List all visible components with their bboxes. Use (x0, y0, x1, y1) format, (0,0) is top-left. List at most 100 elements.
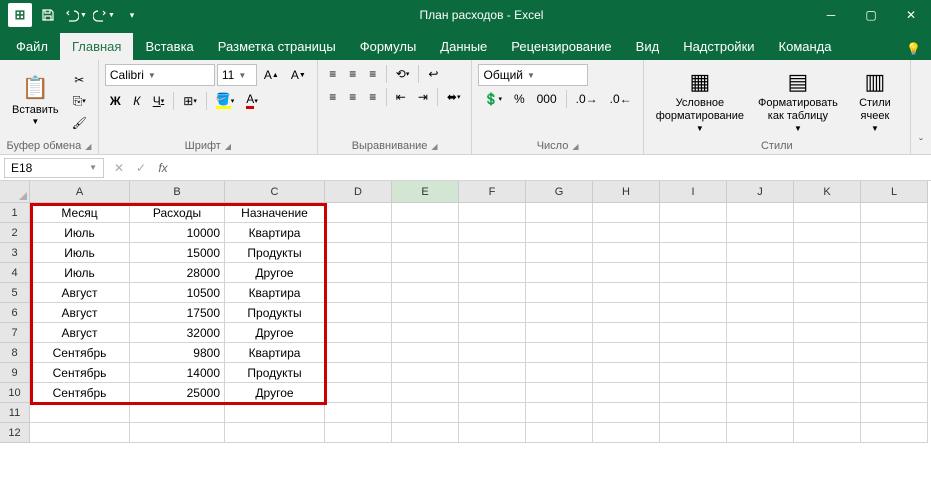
bold-button[interactable]: Ж (105, 91, 126, 111)
cell[interactable] (526, 363, 593, 383)
undo-icon[interactable]: ▼ (64, 3, 88, 27)
row-header[interactable]: 11 (0, 403, 30, 423)
cell[interactable] (727, 243, 794, 263)
merge-icon[interactable]: ⬌▾ (442, 87, 466, 107)
cell[interactable]: Июль (30, 223, 130, 243)
comma-format-icon[interactable]: 000 (532, 89, 562, 109)
cell[interactable] (861, 203, 928, 223)
increase-decimal-icon[interactable]: .0→ (571, 89, 603, 109)
cell[interactable] (660, 263, 727, 283)
copy-icon[interactable]: ⎘▾ (67, 91, 92, 112)
cell[interactable] (593, 383, 660, 403)
cell[interactable] (225, 403, 325, 423)
cut-icon[interactable]: ✂ (67, 70, 92, 90)
column-header[interactable]: L (861, 181, 928, 203)
cell[interactable] (392, 203, 459, 223)
cell[interactable] (593, 203, 660, 223)
column-header[interactable]: I (660, 181, 727, 203)
column-header[interactable]: E (392, 181, 459, 203)
cell[interactable] (526, 303, 593, 323)
align-left-icon[interactable]: ≡ (324, 87, 342, 107)
cell[interactable] (660, 223, 727, 243)
cell[interactable] (794, 383, 861, 403)
cell[interactable] (794, 403, 861, 423)
cell[interactable]: Сентябрь (30, 363, 130, 383)
cell[interactable] (325, 423, 392, 443)
cell[interactable]: Август (30, 323, 130, 343)
cell[interactable] (225, 423, 325, 443)
cell[interactable] (660, 363, 727, 383)
cell[interactable]: Сентябрь (30, 383, 130, 403)
cell[interactable] (526, 383, 593, 403)
cell[interactable]: Сентябрь (30, 343, 130, 363)
cell[interactable] (861, 343, 928, 363)
cell[interactable]: Месяц (30, 203, 130, 223)
cell[interactable] (130, 403, 225, 423)
cell[interactable] (459, 423, 526, 443)
row-header[interactable]: 6 (0, 303, 30, 323)
cell[interactable]: Август (30, 303, 130, 323)
cell[interactable] (593, 243, 660, 263)
cell[interactable] (392, 403, 459, 423)
cell[interactable] (325, 323, 392, 343)
cell[interactable] (861, 363, 928, 383)
cell[interactable] (660, 303, 727, 323)
cell[interactable] (459, 263, 526, 283)
minimize-icon[interactable]: ─ (811, 0, 851, 30)
cell[interactable] (861, 243, 928, 263)
cell[interactable] (526, 283, 593, 303)
cell[interactable] (392, 223, 459, 243)
cell[interactable] (325, 303, 392, 323)
cell[interactable] (526, 423, 593, 443)
cell[interactable] (794, 283, 861, 303)
row-header[interactable]: 8 (0, 343, 30, 363)
dialog-launcher-icon[interactable]: ◢ (225, 142, 231, 151)
cancel-formula-icon[interactable]: ✕ (108, 161, 130, 175)
cell[interactable] (459, 303, 526, 323)
cell[interactable] (459, 323, 526, 343)
align-top-icon[interactable]: ≡ (324, 64, 342, 84)
cell[interactable] (794, 323, 861, 343)
cell[interactable] (660, 343, 727, 363)
cell[interactable] (593, 303, 660, 323)
cell[interactable] (392, 263, 459, 283)
dialog-launcher-icon[interactable]: ◢ (431, 142, 437, 151)
cell[interactable]: Август (30, 283, 130, 303)
cell[interactable]: 28000 (130, 263, 225, 283)
row-header[interactable]: 7 (0, 323, 30, 343)
cell[interactable] (593, 363, 660, 383)
cell[interactable] (593, 343, 660, 363)
cell[interactable] (392, 243, 459, 263)
decrease-decimal-icon[interactable]: .0← (605, 89, 637, 109)
cell[interactable] (660, 383, 727, 403)
tab-insert[interactable]: Вставка (133, 33, 205, 60)
cell[interactable] (794, 423, 861, 443)
cell[interactable] (660, 423, 727, 443)
decrease-font-icon[interactable]: A▼ (286, 65, 311, 85)
cell[interactable] (861, 383, 928, 403)
cell[interactable] (325, 283, 392, 303)
cell[interactable] (593, 283, 660, 303)
column-header[interactable]: K (794, 181, 861, 203)
cell[interactable] (660, 403, 727, 423)
row-header[interactable]: 2 (0, 223, 30, 243)
cell[interactable] (727, 343, 794, 363)
font-name-combo[interactable]: Calibri▼ (105, 64, 215, 86)
cell[interactable] (794, 263, 861, 283)
column-header[interactable]: D (325, 181, 392, 203)
cell[interactable] (660, 323, 727, 343)
enter-formula-icon[interactable]: ✓ (130, 161, 152, 175)
cell[interactable] (325, 223, 392, 243)
dialog-launcher-icon[interactable]: ◢ (572, 142, 578, 151)
cell[interactable] (727, 263, 794, 283)
cell[interactable] (526, 263, 593, 283)
cell[interactable] (459, 243, 526, 263)
cell[interactable] (861, 323, 928, 343)
cell[interactable]: Квартира (225, 343, 325, 363)
cell[interactable] (392, 343, 459, 363)
align-bottom-icon[interactable]: ≡ (364, 64, 382, 84)
font-size-combo[interactable]: 11▼ (217, 64, 257, 86)
cell[interactable] (325, 343, 392, 363)
accounting-format-icon[interactable]: 💲▾ (478, 89, 506, 109)
font-color-icon[interactable]: A▾ (241, 89, 263, 112)
